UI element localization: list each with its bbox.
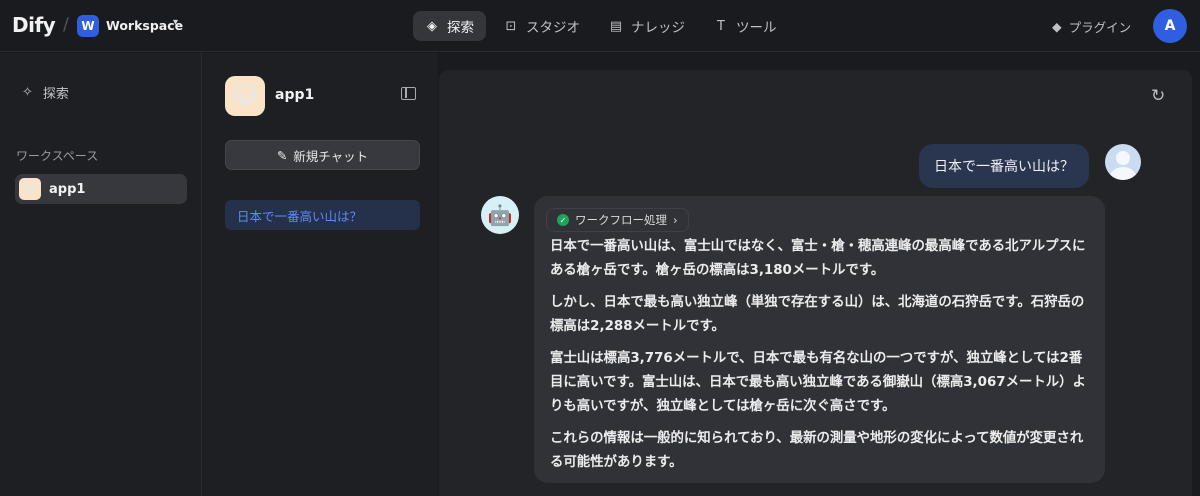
cat-emoji-icon: 😺 <box>225 76 265 116</box>
app-title: app1 <box>275 87 315 103</box>
left-sidebar: ✧ 探索 ワークスペース 😺 app1 <box>0 53 202 496</box>
user-avatar-icon <box>1105 144 1141 180</box>
workspace-section-title: ワークスペース <box>16 149 99 163</box>
nav-tab-label: 探索 <box>447 20 474 36</box>
workflow-label: ワークフロー処理 <box>575 213 667 227</box>
workflow-process-toggle[interactable]: ✓ ワークフロー処理 › <box>546 208 689 232</box>
panel-toggle-icon[interactable] <box>401 87 416 100</box>
book-icon: ▤ <box>609 18 623 34</box>
chevron-down-icon[interactable]: ▾ <box>173 17 178 28</box>
refresh-icon[interactable]: ↻ <box>1151 86 1165 106</box>
robot-avatar-icon: 🤖 <box>481 196 519 234</box>
check-circle-icon: ✓ <box>557 214 569 226</box>
compass-icon: ◈ <box>427 18 437 34</box>
user-avatar[interactable]: A <box>1153 9 1187 43</box>
top-navigation-bar: Dify / W Workspace ▾ ◈ 探索 ⊡ スタジオ ▤ ナレッジ … <box>0 0 1200 52</box>
plugin-button[interactable]: ◆ プラグイン <box>1052 17 1131 36</box>
bot-paragraph: これらの情報は一般的に知られており、最新の測量や地形の変化によって数値が変更され… <box>550 431 1084 470</box>
nav-tab-explore[interactable]: ◈ 探索 <box>413 11 486 41</box>
conversation-panel: 😺 app1 ✎ 新規チャット 日本で一番高い山は？ <box>203 53 438 496</box>
cat-emoji-icon: 😺 <box>19 178 41 200</box>
nav-tab-label: ツール <box>736 20 777 36</box>
bot-message-text: 日本で一番高い山は、富士山ではなく、富士・槍・穂高連峰の最高峰である北アルプスに… <box>550 235 1090 483</box>
nav-tab-label: ナレッジ <box>631 20 685 36</box>
dify-logo[interactable]: Dify <box>12 13 56 37</box>
new-chat-label: 新規チャット <box>293 148 369 164</box>
nav-tab-label: スタジオ <box>526 20 580 36</box>
nav-tab-knowledge[interactable]: ▤ ナレッジ <box>597 11 697 41</box>
sidebar-item-label: app1 <box>49 181 86 197</box>
workspace-name[interactable]: Workspace <box>106 18 183 33</box>
hammer-icon: T <box>717 18 725 34</box>
edit-icon: ✎ <box>276 147 288 163</box>
bot-message-bubble: ✓ ワークフロー処理 › 日本で一番高い山は、富士山ではなく、富士・槍・穂高連峰… <box>534 196 1105 483</box>
robot-icon: ⊡ <box>505 18 517 34</box>
sidebar-item-app1[interactable]: 😺 app1 <box>15 174 187 204</box>
workspace-badge[interactable]: W <box>77 15 99 37</box>
nav-tab-tools[interactable]: T ツール <box>702 11 789 41</box>
plugin-label: プラグイン <box>1068 20 1132 35</box>
bot-paragraph: 富士山は標高3,776メートルで、日本で最も有名な山の一つですが、独立峰としては… <box>550 351 1086 414</box>
user-message-bubble: 日本で一番高い山は？ <box>919 144 1089 188</box>
breadcrumb-separator: / <box>63 15 69 35</box>
sidebar-item-label: 探索 <box>42 87 69 102</box>
new-chat-button[interactable]: ✎ 新規チャット <box>225 140 420 170</box>
conversation-item[interactable]: 日本で一番高い山は？ <box>225 200 420 230</box>
chat-area: ↻ 日本で一番高い山は？ 🤖 ✓ ワークフロー処理 › 日本で一番高い山は、富士… <box>439 70 1192 496</box>
cube-icon: ◆ <box>1052 19 1062 34</box>
nav-tab-studio[interactable]: ⊡ スタジオ <box>492 11 592 41</box>
bot-paragraph: 日本で一番高い山は、富士山ではなく、富士・槍・穂高連峰の最高峰である北アルプスに… <box>550 239 1086 278</box>
chevron-right-icon: › <box>673 213 678 227</box>
bot-paragraph: しかし、日本で最も高い独立峰（単独で存在する山）は、北海道の石狩岳です。石狩岳の… <box>550 295 1085 334</box>
sidebar-item-explore[interactable]: ✧ 探索 <box>22 83 69 102</box>
telescope-icon: ✧ <box>22 85 33 100</box>
